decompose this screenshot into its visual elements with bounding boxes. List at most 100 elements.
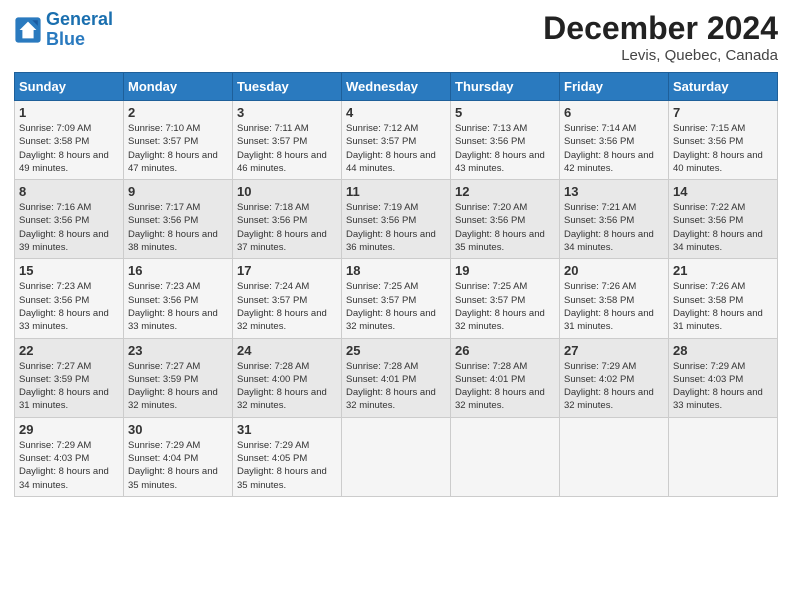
calendar-cell: 6 Sunrise: 7:14 AMSunset: 3:56 PMDayligh… [560, 101, 669, 180]
day-number: 10 [237, 184, 337, 199]
day-header-thursday: Thursday [451, 73, 560, 101]
day-header-friday: Friday [560, 73, 669, 101]
header: General Blue December 2024 Levis, Quebec… [14, 10, 778, 64]
calendar-cell [342, 417, 451, 496]
day-number: 27 [564, 343, 664, 358]
day-number: 3 [237, 105, 337, 120]
calendar-cell: 14 Sunrise: 7:22 AMSunset: 3:56 PMDaylig… [669, 180, 778, 259]
day-number: 9 [128, 184, 228, 199]
day-number: 14 [673, 184, 773, 199]
day-number: 11 [346, 184, 446, 199]
cell-info: Sunrise: 7:11 AMSunset: 3:57 PMDaylight:… [237, 123, 327, 174]
calendar-cell: 28 Sunrise: 7:29 AMSunset: 4:03 PMDaylig… [669, 338, 778, 417]
cell-info: Sunrise: 7:25 AMSunset: 3:57 PMDaylight:… [455, 281, 545, 332]
day-number: 22 [19, 343, 119, 358]
calendar-week-1: 1 Sunrise: 7:09 AMSunset: 3:58 PMDayligh… [15, 101, 778, 180]
cell-info: Sunrise: 7:27 AMSunset: 3:59 PMDaylight:… [128, 361, 218, 412]
day-header-tuesday: Tuesday [233, 73, 342, 101]
cell-info: Sunrise: 7:15 AMSunset: 3:56 PMDaylight:… [673, 123, 763, 174]
calendar-cell: 10 Sunrise: 7:18 AMSunset: 3:56 PMDaylig… [233, 180, 342, 259]
day-number: 30 [128, 422, 228, 437]
calendar-cell: 27 Sunrise: 7:29 AMSunset: 4:02 PMDaylig… [560, 338, 669, 417]
calendar-cell: 12 Sunrise: 7:20 AMSunset: 3:56 PMDaylig… [451, 180, 560, 259]
day-number: 28 [673, 343, 773, 358]
day-number: 5 [455, 105, 555, 120]
calendar-cell: 5 Sunrise: 7:13 AMSunset: 3:56 PMDayligh… [451, 101, 560, 180]
logo-icon [14, 16, 42, 44]
cell-info: Sunrise: 7:12 AMSunset: 3:57 PMDaylight:… [346, 123, 436, 174]
calendar-cell: 25 Sunrise: 7:28 AMSunset: 4:01 PMDaylig… [342, 338, 451, 417]
calendar-cell: 17 Sunrise: 7:24 AMSunset: 3:57 PMDaylig… [233, 259, 342, 338]
calendar-cell: 20 Sunrise: 7:26 AMSunset: 3:58 PMDaylig… [560, 259, 669, 338]
day-number: 23 [128, 343, 228, 358]
title-block: December 2024 Levis, Quebec, Canada [543, 10, 778, 64]
day-number: 4 [346, 105, 446, 120]
cell-info: Sunrise: 7:13 AMSunset: 3:56 PMDaylight:… [455, 123, 545, 174]
calendar-cell: 30 Sunrise: 7:29 AMSunset: 4:04 PMDaylig… [124, 417, 233, 496]
day-number: 25 [346, 343, 446, 358]
calendar-week-3: 15 Sunrise: 7:23 AMSunset: 3:56 PMDaylig… [15, 259, 778, 338]
cell-info: Sunrise: 7:29 AMSunset: 4:03 PMDaylight:… [673, 361, 763, 412]
calendar-cell: 26 Sunrise: 7:28 AMSunset: 4:01 PMDaylig… [451, 338, 560, 417]
cell-info: Sunrise: 7:19 AMSunset: 3:56 PMDaylight:… [346, 202, 436, 253]
calendar-table: SundayMondayTuesdayWednesdayThursdayFrid… [14, 72, 778, 497]
cell-info: Sunrise: 7:26 AMSunset: 3:58 PMDaylight:… [564, 281, 654, 332]
cell-info: Sunrise: 7:20 AMSunset: 3:56 PMDaylight:… [455, 202, 545, 253]
calendar-cell: 24 Sunrise: 7:28 AMSunset: 4:00 PMDaylig… [233, 338, 342, 417]
logo: General Blue [14, 10, 113, 50]
cell-info: Sunrise: 7:17 AMSunset: 3:56 PMDaylight:… [128, 202, 218, 253]
calendar-week-5: 29 Sunrise: 7:29 AMSunset: 4:03 PMDaylig… [15, 417, 778, 496]
day-number: 16 [128, 263, 228, 278]
cell-info: Sunrise: 7:28 AMSunset: 4:01 PMDaylight:… [455, 361, 545, 412]
calendar-cell [451, 417, 560, 496]
calendar-cell: 11 Sunrise: 7:19 AMSunset: 3:56 PMDaylig… [342, 180, 451, 259]
cell-info: Sunrise: 7:29 AMSunset: 4:03 PMDaylight:… [19, 440, 109, 491]
page-title: December 2024 [543, 10, 778, 47]
calendar-cell: 8 Sunrise: 7:16 AMSunset: 3:56 PMDayligh… [15, 180, 124, 259]
day-number: 31 [237, 422, 337, 437]
day-number: 26 [455, 343, 555, 358]
cell-info: Sunrise: 7:28 AMSunset: 4:00 PMDaylight:… [237, 361, 327, 412]
day-number: 19 [455, 263, 555, 278]
cell-info: Sunrise: 7:18 AMSunset: 3:56 PMDaylight:… [237, 202, 327, 253]
logo-text: General Blue [46, 10, 113, 50]
cell-info: Sunrise: 7:22 AMSunset: 3:56 PMDaylight:… [673, 202, 763, 253]
calendar-cell: 9 Sunrise: 7:17 AMSunset: 3:56 PMDayligh… [124, 180, 233, 259]
cell-info: Sunrise: 7:25 AMSunset: 3:57 PMDaylight:… [346, 281, 436, 332]
calendar-cell: 19 Sunrise: 7:25 AMSunset: 3:57 PMDaylig… [451, 259, 560, 338]
cell-info: Sunrise: 7:29 AMSunset: 4:04 PMDaylight:… [128, 440, 218, 491]
cell-info: Sunrise: 7:16 AMSunset: 3:56 PMDaylight:… [19, 202, 109, 253]
main-container: General Blue December 2024 Levis, Quebec… [0, 0, 792, 507]
cell-info: Sunrise: 7:23 AMSunset: 3:56 PMDaylight:… [19, 281, 109, 332]
day-header-wednesday: Wednesday [342, 73, 451, 101]
calendar-week-2: 8 Sunrise: 7:16 AMSunset: 3:56 PMDayligh… [15, 180, 778, 259]
calendar-cell: 21 Sunrise: 7:26 AMSunset: 3:58 PMDaylig… [669, 259, 778, 338]
cell-info: Sunrise: 7:23 AMSunset: 3:56 PMDaylight:… [128, 281, 218, 332]
day-number: 12 [455, 184, 555, 199]
calendar-cell: 13 Sunrise: 7:21 AMSunset: 3:56 PMDaylig… [560, 180, 669, 259]
calendar-cell: 15 Sunrise: 7:23 AMSunset: 3:56 PMDaylig… [15, 259, 124, 338]
day-number: 21 [673, 263, 773, 278]
header-row: SundayMondayTuesdayWednesdayThursdayFrid… [15, 73, 778, 101]
calendar-cell: 2 Sunrise: 7:10 AMSunset: 3:57 PMDayligh… [124, 101, 233, 180]
cell-info: Sunrise: 7:29 AMSunset: 4:05 PMDaylight:… [237, 440, 327, 491]
calendar-cell: 7 Sunrise: 7:15 AMSunset: 3:56 PMDayligh… [669, 101, 778, 180]
day-number: 29 [19, 422, 119, 437]
calendar-cell: 1 Sunrise: 7:09 AMSunset: 3:58 PMDayligh… [15, 101, 124, 180]
calendar-cell: 23 Sunrise: 7:27 AMSunset: 3:59 PMDaylig… [124, 338, 233, 417]
day-number: 15 [19, 263, 119, 278]
cell-info: Sunrise: 7:26 AMSunset: 3:58 PMDaylight:… [673, 281, 763, 332]
calendar-cell: 29 Sunrise: 7:29 AMSunset: 4:03 PMDaylig… [15, 417, 124, 496]
calendar-cell: 3 Sunrise: 7:11 AMSunset: 3:57 PMDayligh… [233, 101, 342, 180]
calendar-cell [669, 417, 778, 496]
cell-info: Sunrise: 7:21 AMSunset: 3:56 PMDaylight:… [564, 202, 654, 253]
day-number: 24 [237, 343, 337, 358]
cell-info: Sunrise: 7:27 AMSunset: 3:59 PMDaylight:… [19, 361, 109, 412]
cell-info: Sunrise: 7:29 AMSunset: 4:02 PMDaylight:… [564, 361, 654, 412]
calendar-cell: 4 Sunrise: 7:12 AMSunset: 3:57 PMDayligh… [342, 101, 451, 180]
calendar-cell: 16 Sunrise: 7:23 AMSunset: 3:56 PMDaylig… [124, 259, 233, 338]
page-subtitle: Levis, Quebec, Canada [543, 47, 778, 64]
day-number: 17 [237, 263, 337, 278]
cell-info: Sunrise: 7:10 AMSunset: 3:57 PMDaylight:… [128, 123, 218, 174]
day-number: 6 [564, 105, 664, 120]
